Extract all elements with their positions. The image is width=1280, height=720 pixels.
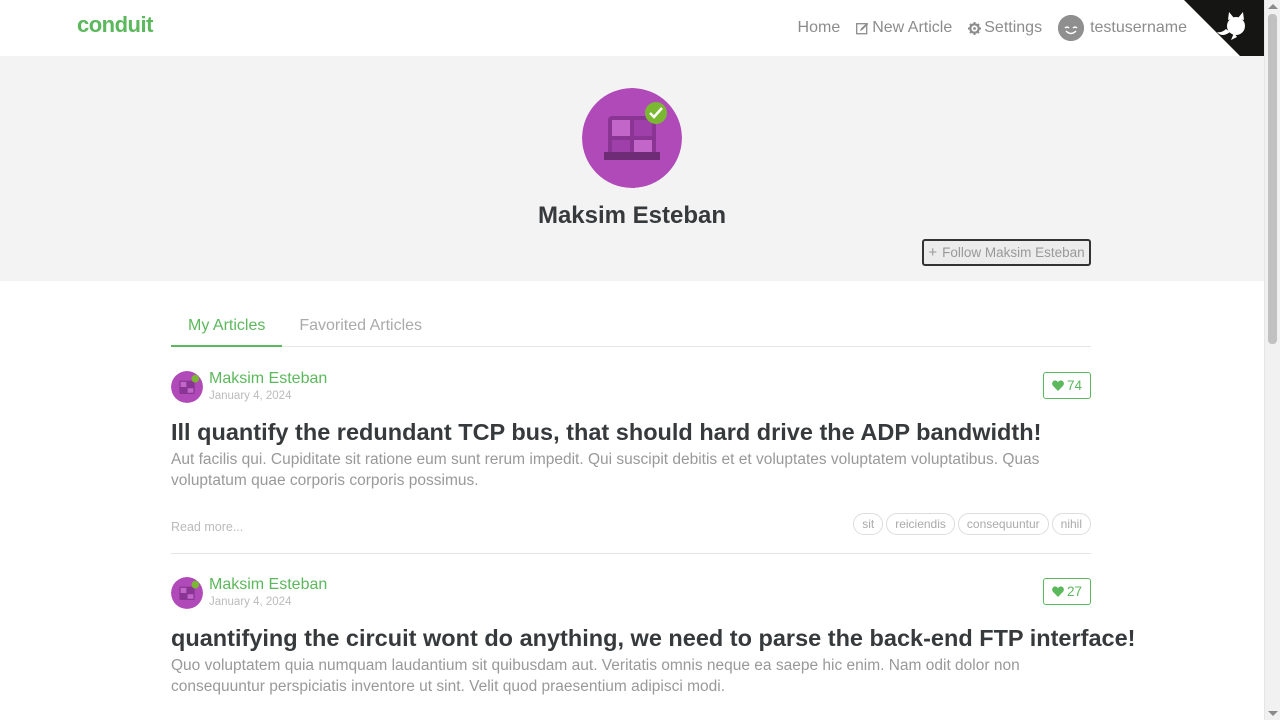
article-meta: Maksim Esteban January 4, 2024 27 (171, 576, 1091, 611)
nav-links: Home New Article Settings testusername (782, 15, 1187, 41)
avatar (1058, 15, 1085, 41)
article-title[interactable]: quantifying the circuit wont do anything… (171, 625, 1136, 652)
heart-icon (1052, 380, 1064, 391)
article-date: January 4, 2024 (209, 390, 292, 402)
favorite-button[interactable]: 27 (1042, 578, 1091, 605)
nav-settings-label: Settings (984, 19, 1043, 36)
scrollbar[interactable] (1264, 0, 1280, 720)
article-date: January 4, 2024 (209, 596, 292, 608)
nav-new-article-link[interactable]: New Article (856, 15, 952, 41)
article-description: Quo voluptatem quia numquam laudantium s… (171, 657, 1020, 695)
article-preview: Maksim Esteban January 4, 2024 27 quanti… (171, 576, 1136, 697)
nav-settings-link[interactable]: Settings (968, 15, 1042, 41)
nav-home-link[interactable]: Home (798, 15, 841, 41)
favorite-count: 74 (1066, 378, 1082, 393)
article-title[interactable]: Ill quantify the redundant TCP bus, that… (171, 419, 1091, 446)
tag-pill: consequuntur (957, 513, 1049, 535)
tag-pill: reiciendis (886, 513, 955, 535)
scroll-up-arrow[interactable] (1268, 4, 1278, 9)
follow-button-label: Follow Maksim Esteban (942, 245, 1085, 260)
navbar: conduit Home New Article Settings testus… (0, 0, 1264, 56)
profile-name: Maksim Esteban (537, 202, 727, 229)
tag-list: sit reiciendis consequuntur nihil (850, 513, 1091, 535)
tab-my-articles[interactable]: My Articles (171, 308, 283, 347)
nav-home-label: Home (797, 19, 841, 36)
profile-banner: Maksim Esteban + Follow Maksim Esteban (0, 56, 1264, 281)
scroll-thumb[interactable] (1268, 14, 1277, 344)
follow-button[interactable]: + Follow Maksim Esteban (922, 239, 1091, 266)
article-preview: Maksim Esteban January 4, 2024 74 Ill qu… (171, 370, 1091, 538)
tag-pill: sit (853, 513, 884, 535)
nav-new-article-label: New Article (872, 19, 953, 36)
tab-favorited-articles[interactable]: Favorited Articles (282, 308, 439, 347)
profile-avatar (582, 88, 682, 188)
article-meta: Maksim Esteban January 4, 2024 74 (171, 370, 1091, 405)
puzzle-avatar-icon (582, 88, 682, 188)
author-avatar[interactable] (171, 371, 203, 403)
nav-profile-label: testusername (1090, 19, 1187, 36)
scroll-down-arrow[interactable] (1268, 711, 1278, 716)
gear-icon (968, 21, 982, 35)
article-divider (171, 553, 1091, 554)
tag-pill: nihil (1051, 513, 1091, 535)
author-link[interactable]: Maksim Esteban (209, 370, 327, 388)
article-footer: Read more... sit reiciendis consequuntur… (171, 508, 1091, 538)
article-description: Aut facilis qui. Cupiditate sit ratione … (171, 451, 1040, 489)
author-link[interactable]: Maksim Esteban (209, 576, 327, 594)
article-tabs: My Articles Favorited Articles (171, 308, 1091, 347)
heart-icon (1052, 586, 1064, 597)
brand-logo[interactable]: conduit (77, 12, 153, 38)
plus-icon: + (928, 244, 938, 261)
favorite-count: 27 (1066, 584, 1082, 599)
favorite-button[interactable]: 74 (1042, 372, 1091, 399)
author-avatar[interactable] (171, 577, 203, 609)
read-more-link[interactable]: Read more... (171, 520, 243, 534)
nav-profile-link[interactable]: testusername (1058, 15, 1187, 41)
edit-icon (856, 22, 869, 35)
